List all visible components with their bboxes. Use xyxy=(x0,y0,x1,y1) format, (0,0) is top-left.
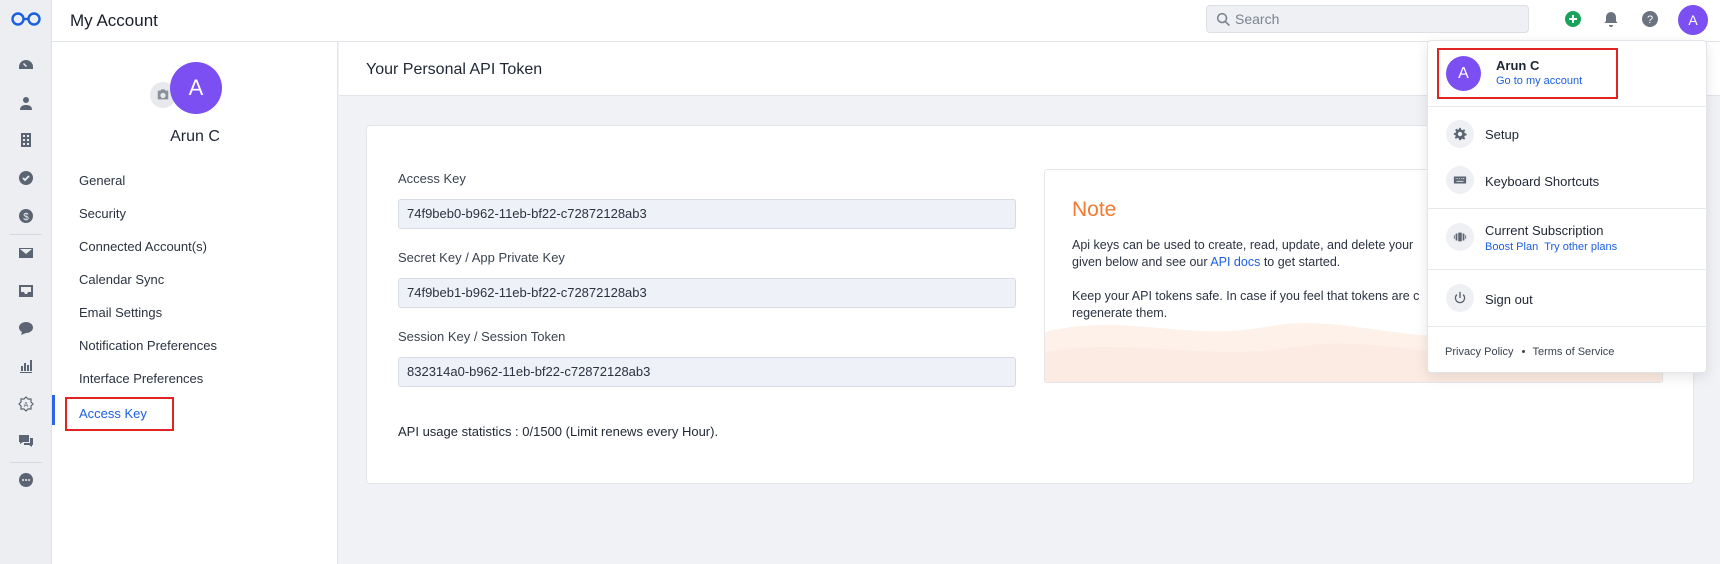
boost-plan-link[interactable]: Boost Plan xyxy=(1485,241,1538,253)
search-box[interactable] xyxy=(1206,5,1529,33)
api-docs-link[interactable]: API docs xyxy=(1210,255,1260,269)
dropdown-footer: Privacy Policy Terms of Service xyxy=(1445,346,1614,358)
app-rail: $ A xyxy=(0,0,52,564)
note-paragraph-2: Keep your API tokens safe. In case if yo… xyxy=(1072,289,1420,320)
svg-text:?: ? xyxy=(1647,14,1653,26)
current-subscription-label: Current Subscription xyxy=(1485,223,1604,238)
contacts-icon[interactable] xyxy=(16,93,36,113)
secret-key-field[interactable]: 74f9beb1-b962-11eb-bf22-c72872128ab3 xyxy=(398,278,1016,308)
camera-icon xyxy=(157,89,169,100)
highlight-box xyxy=(65,397,174,431)
user-avatar-button[interactable]: A xyxy=(1678,5,1708,35)
signout-icon-wrap xyxy=(1446,284,1474,312)
access-key-label: Access Key xyxy=(398,171,466,186)
page-title: My Account xyxy=(70,11,158,30)
shortcuts-icon-wrap xyxy=(1446,166,1474,194)
reports-icon[interactable] xyxy=(16,356,36,376)
sidebar-item-notification-preferences[interactable]: Notification Preferences xyxy=(79,338,217,353)
active-indicator xyxy=(52,395,55,425)
svg-text:$: $ xyxy=(23,212,29,223)
messages-icon[interactable] xyxy=(16,431,36,451)
privacy-policy-link[interactable]: Privacy Policy xyxy=(1445,346,1513,358)
highlight-box xyxy=(1437,48,1618,99)
profile-dropdown: A Arun C Go to my account Setup Keyboard… xyxy=(1427,40,1708,373)
settings-sidebar: A Arun C General Security Connected Acco… xyxy=(52,42,338,564)
more-icon[interactable] xyxy=(16,470,36,490)
automation-icon[interactable]: A xyxy=(16,394,36,414)
session-key-field[interactable]: 832314a0-b962-11eb-bf22-c72872128ab3 xyxy=(398,357,1016,387)
subscription-icon xyxy=(1453,232,1467,242)
deals-icon[interactable]: $ xyxy=(16,206,36,226)
setup-menu-item[interactable]: Setup xyxy=(1485,127,1519,142)
tasks-icon[interactable] xyxy=(16,168,36,188)
help-icon[interactable]: ? xyxy=(1641,10,1659,28)
sidebar-item-general[interactable]: General xyxy=(79,173,125,188)
app-logo-icon[interactable] xyxy=(10,11,42,27)
note-title: Note xyxy=(1072,198,1117,221)
content-heading: Your Personal API Token xyxy=(366,61,543,78)
note-paragraph-1: Api keys can be used to create, read, up… xyxy=(1072,238,1414,269)
accounts-icon[interactable] xyxy=(16,130,36,150)
access-key-field[interactable]: 74f9beb0-b962-11eb-bf22-c72872128ab3 xyxy=(398,199,1016,229)
sidebar-item-interface-preferences[interactable]: Interface Preferences xyxy=(79,371,203,386)
profile-avatar: A xyxy=(170,62,222,114)
search-input[interactable] xyxy=(1235,6,1515,32)
sidebar-item-connected-accounts[interactable]: Connected Account(s) xyxy=(79,239,207,254)
terms-of-service-link[interactable]: Terms of Service xyxy=(1532,346,1614,358)
chat-icon[interactable] xyxy=(16,318,36,338)
subscription-icon-wrap xyxy=(1446,223,1474,251)
sign-out-menu-item[interactable]: Sign out xyxy=(1485,292,1533,307)
gear-icon xyxy=(1453,127,1467,141)
dashboard-icon[interactable] xyxy=(16,55,36,75)
sidebar-item-calendar-sync[interactable]: Calendar Sync xyxy=(79,272,164,287)
email-icon[interactable] xyxy=(16,243,36,263)
profile-name: Arun C xyxy=(170,128,220,145)
keyboard-shortcuts-menu-item[interactable]: Keyboard Shortcuts xyxy=(1485,174,1599,189)
secret-key-label: Secret Key / App Private Key xyxy=(398,250,565,265)
quick-add-icon[interactable] xyxy=(1564,10,1582,28)
sidebar-item-security[interactable]: Security xyxy=(79,206,126,221)
api-usage-stats: API usage statistics : 0/1500 (Limit ren… xyxy=(398,424,719,439)
power-icon xyxy=(1454,291,1466,304)
try-other-plans-link[interactable]: Try other plans xyxy=(1544,241,1617,253)
keyboard-icon xyxy=(1453,176,1467,184)
setup-icon-wrap xyxy=(1446,120,1474,148)
svg-text:A: A xyxy=(24,402,29,409)
inbox-icon[interactable] xyxy=(16,281,36,301)
notifications-bell-icon[interactable] xyxy=(1602,10,1620,28)
subscription-links: Boost Plan Try other plans xyxy=(1485,241,1623,253)
session-key-label: Session Key / Session Token xyxy=(398,329,566,344)
sidebar-item-email-settings[interactable]: Email Settings xyxy=(79,305,162,320)
top-bar: My Account ? A xyxy=(52,0,1720,42)
search-icon xyxy=(1216,12,1230,27)
